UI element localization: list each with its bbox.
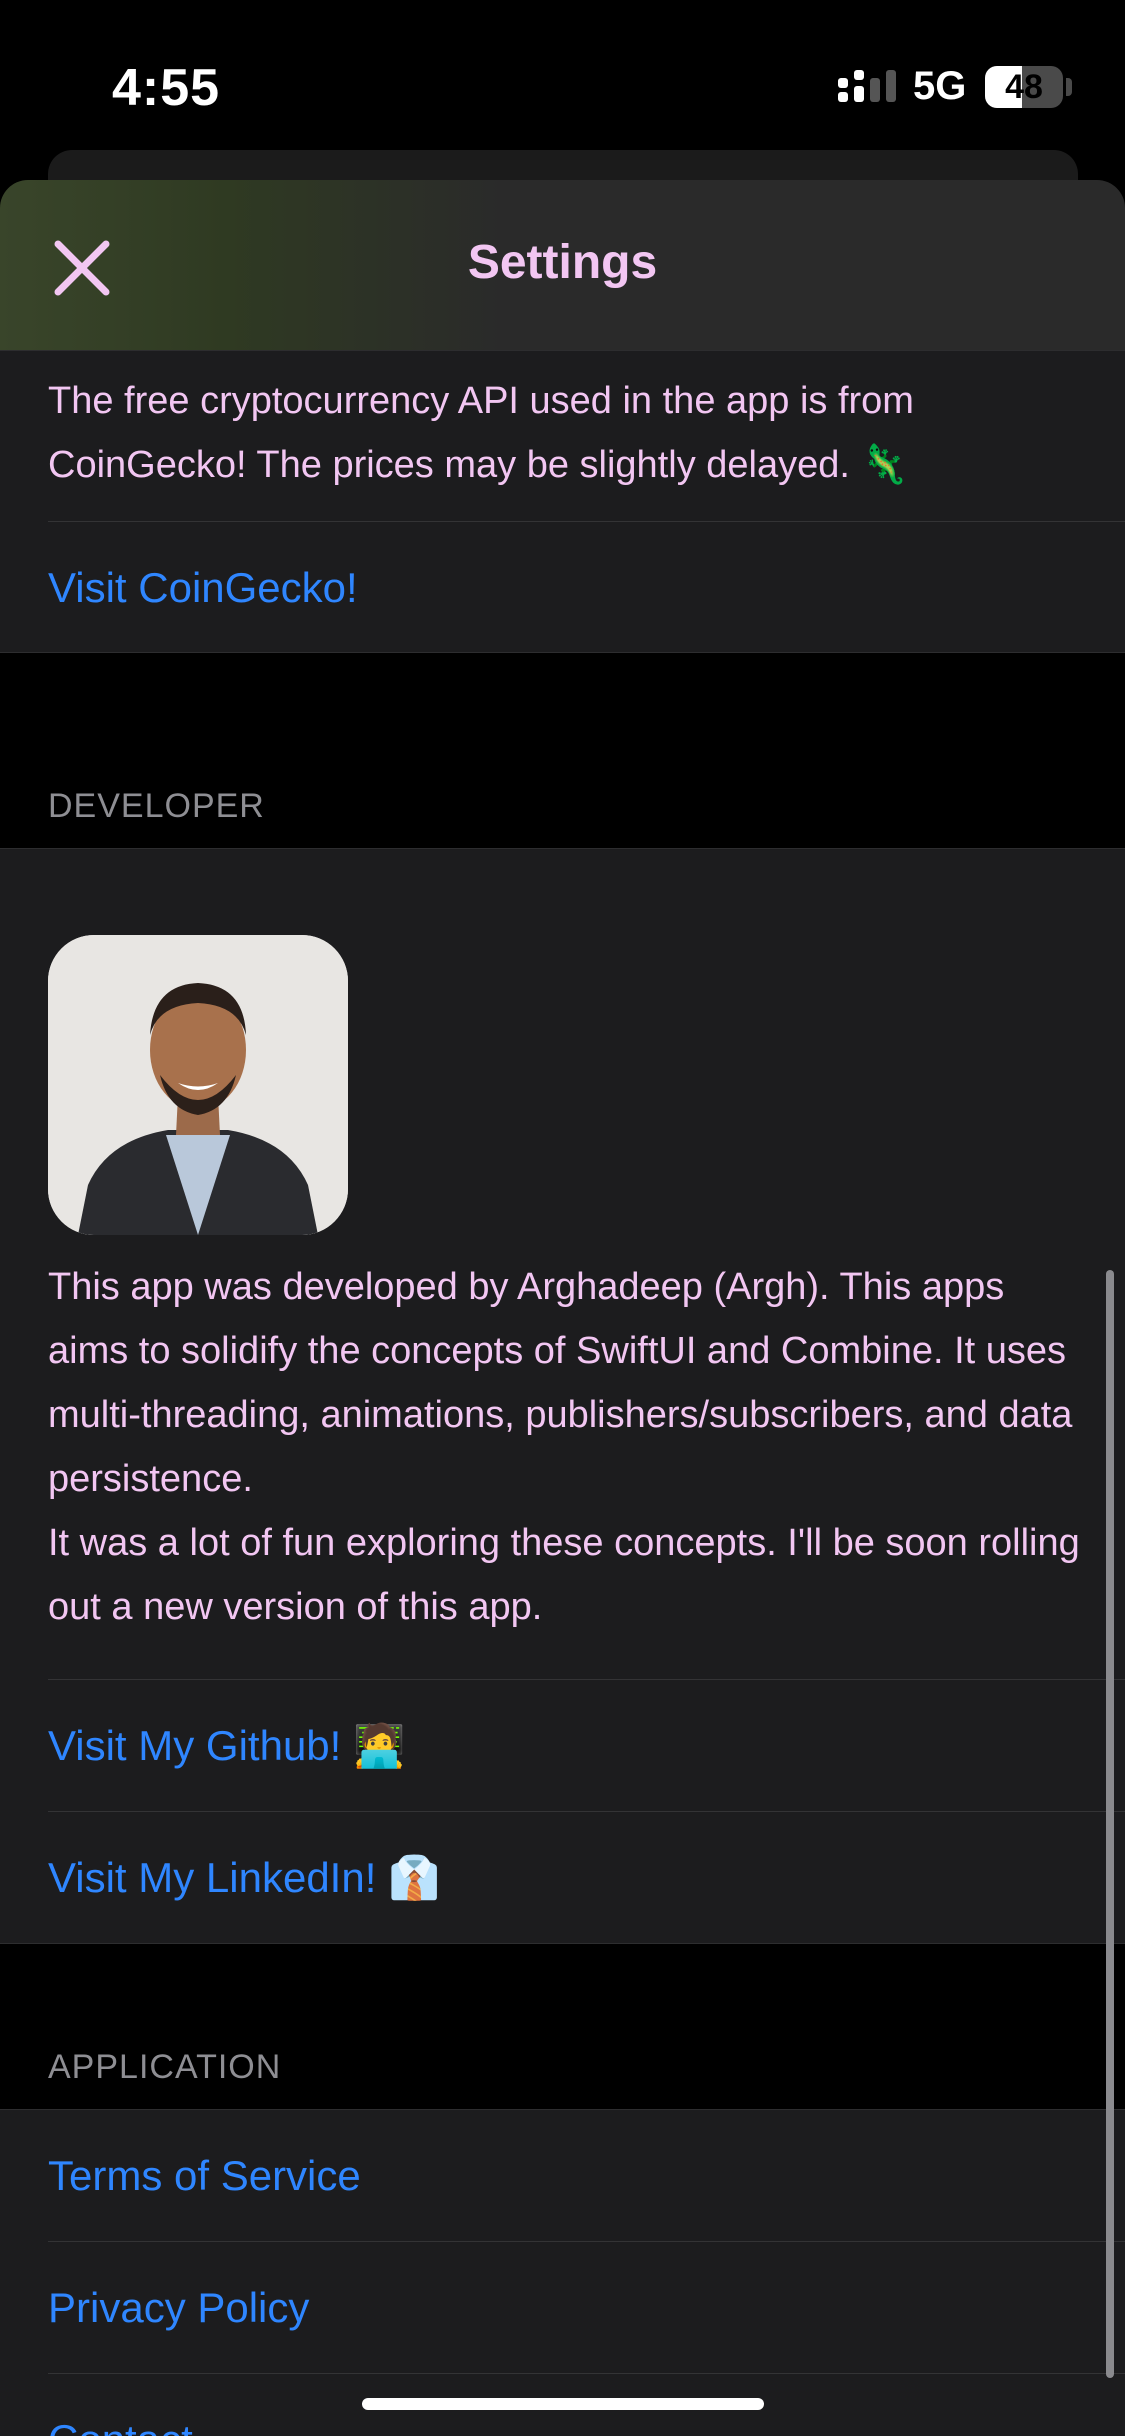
privacy-row[interactable]: Privacy Policy bbox=[48, 2242, 1125, 2374]
battery-level: 48 bbox=[1005, 68, 1043, 106]
developer-info-row: This app was developed by Arghadeep (Arg… bbox=[48, 849, 1125, 1680]
developer-section: This app was developed by Arghadeep (Arg… bbox=[0, 848, 1125, 1944]
visit-linkedin-link[interactable]: Visit My LinkedIn! 👔 bbox=[48, 1854, 440, 1903]
github-link-row[interactable]: Visit My Github! 🧑‍💻 bbox=[48, 1680, 1125, 1812]
application-section-header: APPLICATION bbox=[48, 2048, 282, 2086]
privacy-policy-link[interactable]: Privacy Policy bbox=[48, 2284, 309, 2332]
coingecko-section: The free cryptocurrency API used in the … bbox=[0, 350, 1125, 653]
developer-photo bbox=[48, 935, 348, 1235]
application-section: Terms of Service Privacy Policy Contact bbox=[0, 2109, 1125, 2436]
visit-github-link[interactable]: Visit My Github! 🧑‍💻 bbox=[48, 1722, 405, 1771]
page-title: Settings bbox=[467, 236, 658, 289]
developer-description-paragraph-1: This app was developed by Arghadeep (Arg… bbox=[48, 1266, 1073, 1500]
settings-sheet: Settings The free cryptocurrency API use… bbox=[0, 180, 1125, 2436]
terms-of-service-link[interactable]: Terms of Service bbox=[48, 2152, 361, 2200]
home-indicator[interactable] bbox=[362, 2398, 764, 2410]
developer-avatar bbox=[48, 935, 348, 1235]
battery-icon: 48 bbox=[985, 66, 1063, 108]
cellular-signal-icon bbox=[838, 70, 896, 102]
linkedin-link-row[interactable]: Visit My LinkedIn! 👔 bbox=[48, 1812, 1125, 1943]
developer-description: This app was developed by Arghadeep (Arg… bbox=[48, 1255, 1085, 1639]
network-type: 5G bbox=[913, 64, 967, 108]
scroll-indicator[interactable] bbox=[1106, 1270, 1114, 2378]
developer-section-header: DEVELOPER bbox=[48, 787, 265, 825]
navigation-bar: Settings bbox=[0, 180, 1125, 351]
terms-row[interactable]: Terms of Service bbox=[48, 2110, 1125, 2242]
status-bar: 4:55 5G 48 bbox=[0, 0, 1125, 150]
coingecko-description: The free cryptocurrency API used in the … bbox=[48, 380, 914, 486]
coingecko-link-row[interactable]: Visit CoinGecko! bbox=[48, 522, 1125, 652]
visit-coingecko-link[interactable]: Visit CoinGecko! bbox=[48, 564, 358, 612]
status-time: 4:55 bbox=[112, 59, 221, 117]
contact-link[interactable]: Contact bbox=[48, 2416, 193, 2436]
coingecko-description-row: The free cryptocurrency API used in the … bbox=[48, 351, 1125, 522]
developer-description-paragraph-2: It was a lot of fun exploring these conc… bbox=[48, 1522, 1080, 1628]
battery-cap bbox=[1066, 78, 1072, 96]
